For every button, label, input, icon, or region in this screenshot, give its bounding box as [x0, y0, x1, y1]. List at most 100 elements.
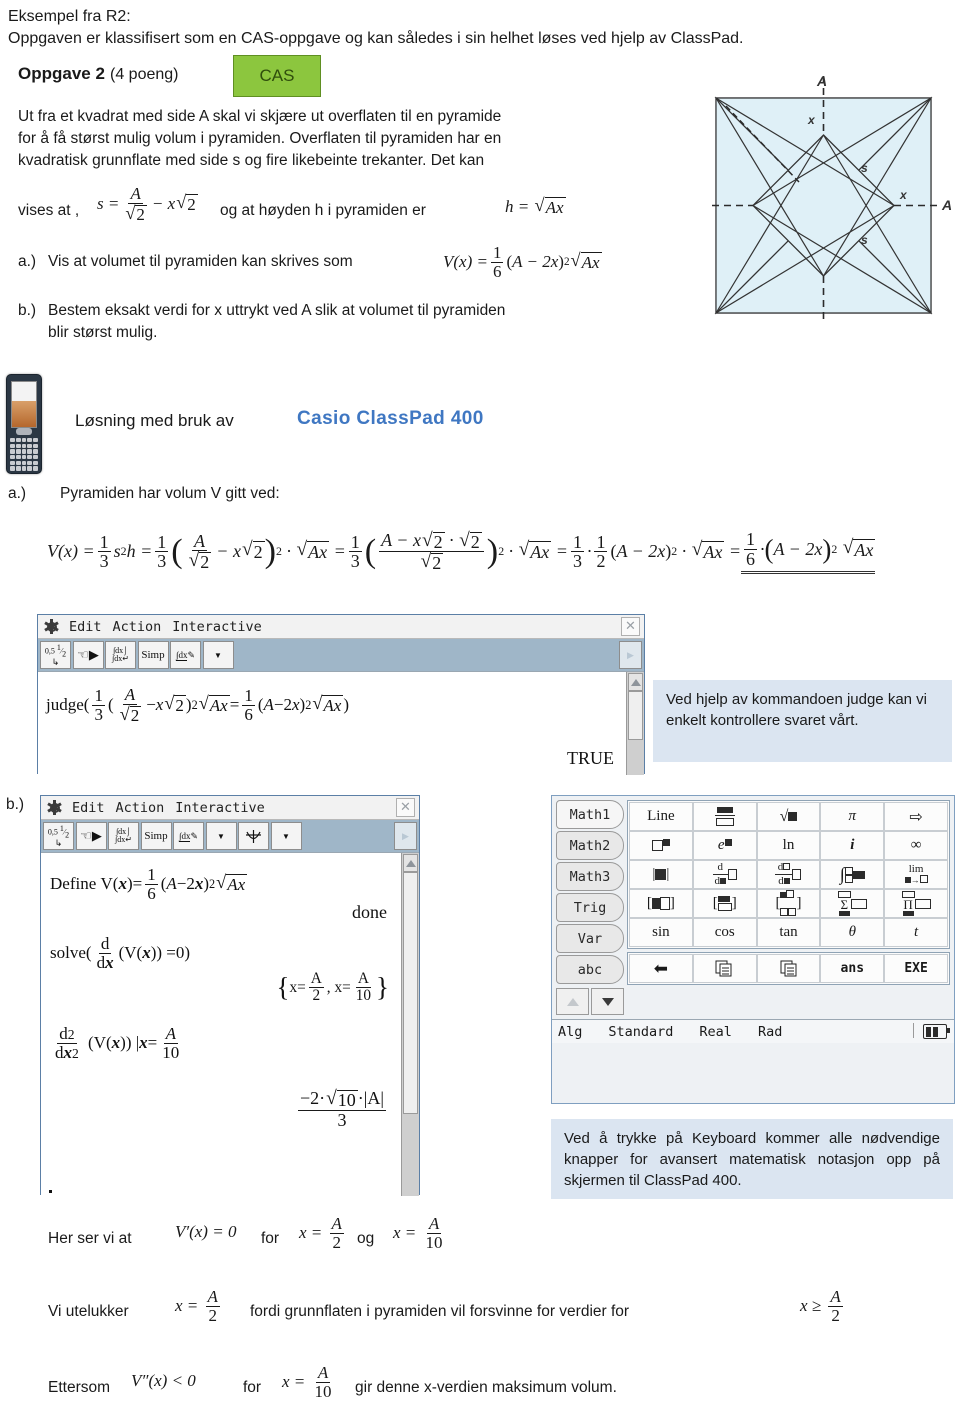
key-pi[interactable]: π — [820, 802, 885, 831]
conclusion-line3-c: gir denne x-verdien maksimum volum. — [355, 1379, 617, 1396]
toolbar-integral-button[interactable]: ∫dx⌡ ∫dx↵ — [108, 822, 139, 850]
task-body-line-2: for å få størst mulig volum i pyramiden.… — [18, 130, 502, 147]
key-backspace-icon[interactable]: ⬅ — [629, 954, 693, 983]
scrollbar-thumb[interactable] — [403, 872, 418, 1115]
task-body-line-1: Ut fra et kvadrat med side A skal vi skj… — [18, 108, 502, 125]
svg-text:x: x — [899, 188, 908, 202]
toolbar-decimal-fraction-button[interactable]: 0,5 1⁄2 ↳ — [43, 822, 74, 850]
classpad-a-toolbar[interactable]: 0,5 1⁄2 ↳ ☜▶ ∫dx⌡ ∫dx↵ Simp ∫dx ✎ ▼ ▶ — [38, 639, 644, 672]
toolbar-integral-pen-button[interactable]: ∫dx ✎ — [173, 822, 204, 850]
key-limit[interactable]: lim → — [884, 860, 948, 889]
key-piecewise[interactable]: [] — [629, 889, 693, 918]
scrollbar-thumb[interactable] — [628, 691, 643, 741]
classpad-a-scrollbar[interactable] — [626, 672, 644, 775]
toolbar-integral-button[interactable]: ∫dx⌡ ∫dx↵ — [105, 641, 136, 669]
key-fraction[interactable] — [692, 802, 757, 831]
toolbar-dropdown-button-2[interactable]: ▼ — [270, 822, 302, 850]
keyboard-tab-abc[interactable]: abc — [556, 955, 624, 984]
key-power[interactable] — [629, 831, 693, 860]
key-absolute-value[interactable]: | | — [629, 860, 693, 889]
key-e-power[interactable]: e — [692, 831, 757, 860]
key-product[interactable]: Π — [884, 889, 948, 918]
key-nth-derivative[interactable]: dd — [756, 860, 821, 889]
key-sin[interactable]: sin — [629, 918, 693, 947]
key-ans[interactable]: ans — [820, 954, 885, 983]
toolbar-simp-button[interactable]: Simp — [140, 822, 172, 850]
key-matrix-2x2[interactable]: [] — [756, 889, 821, 918]
key-copy-icon[interactable] — [692, 954, 757, 983]
key-t-variable[interactable]: t — [884, 918, 948, 947]
key-sqrt[interactable]: √ — [756, 802, 821, 831]
key-line[interactable]: Line — [629, 802, 693, 831]
gear-icon[interactable] — [44, 619, 59, 634]
menu-item-interactive[interactable]: Interactive — [175, 800, 264, 816]
keyboard-tab-math3[interactable]: Math3 — [556, 862, 624, 891]
classpad-b-menubar[interactable]: Edit Action Interactive ✕ — [41, 796, 419, 820]
toolbar-scroll-right-icon[interactable]: ▶ — [619, 641, 642, 669]
classpad-b-result-done: done — [352, 902, 387, 922]
toolbar-dropdown-button-1[interactable]: ▼ — [205, 822, 237, 850]
keyboard-tab-var[interactable]: Var — [556, 924, 624, 953]
volume-derivation-chain: V(x) = 13 s2h = 13 ( A √ 2 − x √ 2 ) 2 · √ Ax … — [47, 529, 876, 574]
keyboard-key-grid[interactable]: Line √ π ⇨ e ln i ∞ | | d d d d ∫ lim → … — [627, 800, 950, 1015]
gear-icon[interactable] — [47, 800, 62, 815]
conclusion-line3-a: Ettersom — [48, 1379, 111, 1396]
task-b-label: b.) — [18, 302, 37, 319]
classpad-a-worksheet[interactable]: judge( 13 ( A √ 2 − x √ 2 ) 2 √ Ax = 16 (A −2 x) 2 √… — [38, 672, 644, 775]
classpad-soft-keyboard[interactable]: Math1 Math2 Math3 Trig Var abc Line √ π … — [551, 795, 955, 1104]
menu-item-edit[interactable]: Edit — [69, 619, 102, 635]
formula-V-def: V(x) = 16 (A − 2x) 2 √ Ax — [443, 243, 602, 281]
classpad-b-toolbar[interactable]: 0,5 1⁄2 ↳ ☜▶ ∫dx⌡ ∫dx↵ Simp ∫dx ✎ ▼ ▼ ▶ — [41, 820, 419, 853]
scroll-up-icon[interactable] — [403, 854, 418, 872]
key-ln[interactable]: ln — [756, 831, 821, 860]
close-icon[interactable]: ✕ — [396, 798, 415, 817]
battery-icon — [923, 1024, 950, 1039]
key-matrix-2x1[interactable]: [] — [692, 889, 757, 918]
key-imaginary-i[interactable]: i — [820, 831, 885, 860]
toolbar-simp-button[interactable]: Simp — [137, 641, 169, 669]
task-body-line-3: kvadratisk grunnflate med side s og fire… — [18, 152, 485, 169]
keyboard-tab-math2[interactable]: Math2 — [556, 831, 624, 860]
classpad-b-scrollbar[interactable] — [401, 853, 419, 1196]
scroll-up-icon[interactable] — [628, 673, 643, 691]
toolbar-scroll-right-icon[interactable]: ▶ — [394, 822, 417, 850]
key-sum[interactable]: Σ — [820, 889, 885, 918]
conclusion-line2-b: fordi grunnflaten i pyramiden vil forsvi… — [250, 1303, 630, 1320]
toolbar-integral-pen-button[interactable]: ∫dx ✎ — [170, 641, 201, 669]
keyboard-tab-math1[interactable]: Math1 — [556, 800, 624, 829]
key-infinity[interactable]: ∞ — [884, 831, 948, 860]
classpad-b-worksheet[interactable]: Define V(x)= 16 (A −2 x) 2 √ Ax done solve( d… — [41, 853, 419, 1196]
conclusion-line1-a: Her ser vi at — [48, 1230, 132, 1247]
toolbar-hand-button[interactable]: ☜▶ — [75, 822, 107, 850]
menu-item-action[interactable]: Action — [113, 619, 162, 635]
conclusion-line1-c: og — [357, 1230, 375, 1247]
close-icon[interactable]: ✕ — [621, 617, 640, 636]
key-theta[interactable]: θ — [820, 918, 885, 947]
keyboard-tab-trig[interactable]: Trig — [556, 893, 624, 922]
classpad-window-judge[interactable]: Edit Action Interactive ✕ 0,5 1⁄2 ↳ ☜▶ ∫… — [37, 614, 645, 775]
classpad-a-menubar[interactable]: Edit Action Interactive ✕ — [38, 615, 644, 639]
menu-item-edit[interactable]: Edit — [72, 800, 105, 816]
key-integral[interactable]: ∫ — [820, 860, 885, 889]
formula-x-A-over-2: x = A2 — [299, 1214, 344, 1252]
key-derivative[interactable]: dd — [692, 860, 757, 889]
note-keyboard: Ved å trykke på Keyboard kommer alle nød… — [551, 1119, 953, 1199]
key-arrow-store[interactable]: ⇨ — [884, 802, 948, 831]
toolbar-dropdown-button[interactable]: ▼ — [202, 641, 234, 669]
svg-text:A: A — [816, 73, 827, 89]
keyboard-scroll-up-icon[interactable] — [556, 988, 589, 1015]
toolbar-hand-button[interactable]: ☜▶ — [72, 641, 104, 669]
classpad-window-solve[interactable]: Edit Action Interactive ✕ 0,5 1⁄2 ↳ ☜▶ ∫… — [40, 795, 420, 1196]
key-paste-icon[interactable] — [756, 954, 821, 983]
solution-b-label: b.) — [6, 796, 25, 813]
key-tan[interactable]: tan — [756, 918, 821, 947]
key-exe[interactable]: EXE — [884, 954, 948, 983]
keyboard-tab-column[interactable]: Math1 Math2 Math3 Trig Var abc — [556, 800, 624, 1015]
keyboard-scroll-down-icon[interactable] — [591, 988, 624, 1015]
menu-item-action[interactable]: Action — [116, 800, 165, 816]
task-b-text-line-2: blir størst mulig. — [48, 324, 158, 341]
toolbar-graph-button[interactable] — [238, 822, 269, 850]
key-cos[interactable]: cos — [692, 918, 757, 947]
toolbar-decimal-fraction-button[interactable]: 0,5 1⁄2 ↳ — [40, 641, 71, 669]
menu-item-interactive[interactable]: Interactive — [172, 619, 261, 635]
